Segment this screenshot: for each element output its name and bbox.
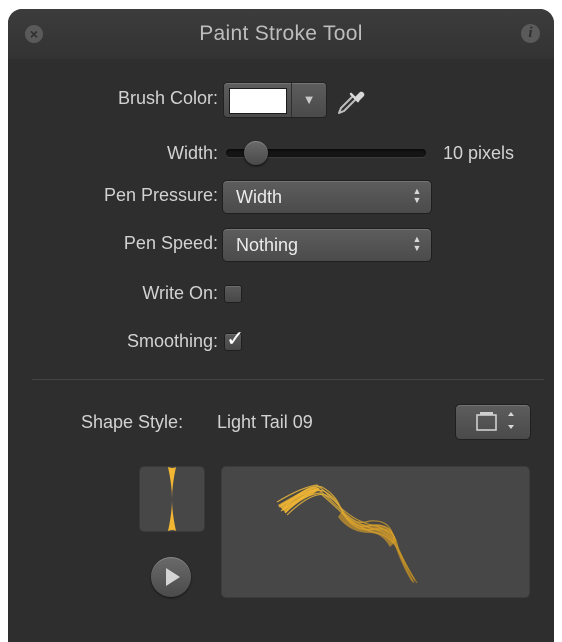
- width-slider-knob[interactable]: [244, 141, 268, 165]
- pen-speed-popup[interactable]: Nothing ▲ ▼: [222, 228, 432, 262]
- title-bar: × Paint Stroke Tool i: [8, 9, 554, 59]
- width-value: 10 pixels: [443, 143, 515, 163]
- smoothing-checkbox[interactable]: ✓: [224, 326, 244, 351]
- stroke-profile-thumbnail[interactable]: [139, 466, 205, 532]
- pen-speed-label: Pen Speed:: [123, 233, 218, 253]
- up-down-arrows-icon: ▲ ▼: [412, 234, 422, 253]
- shape-library-button[interactable]: [455, 404, 531, 440]
- pen-pressure-popup[interactable]: Width ▲ ▼: [222, 180, 432, 214]
- eyedropper-icon[interactable]: [333, 82, 367, 118]
- shape-style-preview: [221, 466, 530, 598]
- width-slider[interactable]: [226, 141, 426, 165]
- info-icon[interactable]: i: [521, 24, 540, 43]
- window-title: Paint Stroke Tool: [199, 22, 363, 45]
- brush-color-label: Brush Color:: [117, 88, 218, 108]
- chevron-down-icon[interactable]: ▼: [297, 91, 321, 109]
- smoothing-label: Smoothing:: [126, 331, 218, 351]
- pen-pressure-value: Width: [236, 187, 283, 207]
- width-label: Width:: [166, 143, 218, 163]
- write-on-checkbox[interactable]: [224, 285, 242, 303]
- pen-speed-value: Nothing: [236, 235, 299, 255]
- checkmark-icon: ✓: [226, 326, 245, 351]
- play-button[interactable]: [151, 557, 191, 597]
- brush-color-swatch[interactable]: [229, 88, 287, 114]
- play-icon: [166, 568, 180, 586]
- shape-style-label: Shape Style:: [81, 412, 184, 432]
- brush-color-well[interactable]: ▼: [223, 82, 327, 118]
- swatch-divider: [291, 83, 292, 117]
- paint-stroke-tool-panel: × Paint Stroke Tool i Brush Color: ▼ Wid…: [8, 9, 554, 642]
- pen-pressure-label: Pen Pressure:: [103, 185, 218, 205]
- section-divider: [32, 379, 544, 380]
- shape-library-icon: [476, 412, 514, 431]
- shape-style-value: Light Tail 09: [217, 412, 313, 432]
- up-down-arrows-icon: ▲ ▼: [412, 186, 422, 205]
- write-on-label: Write On:: [142, 283, 218, 303]
